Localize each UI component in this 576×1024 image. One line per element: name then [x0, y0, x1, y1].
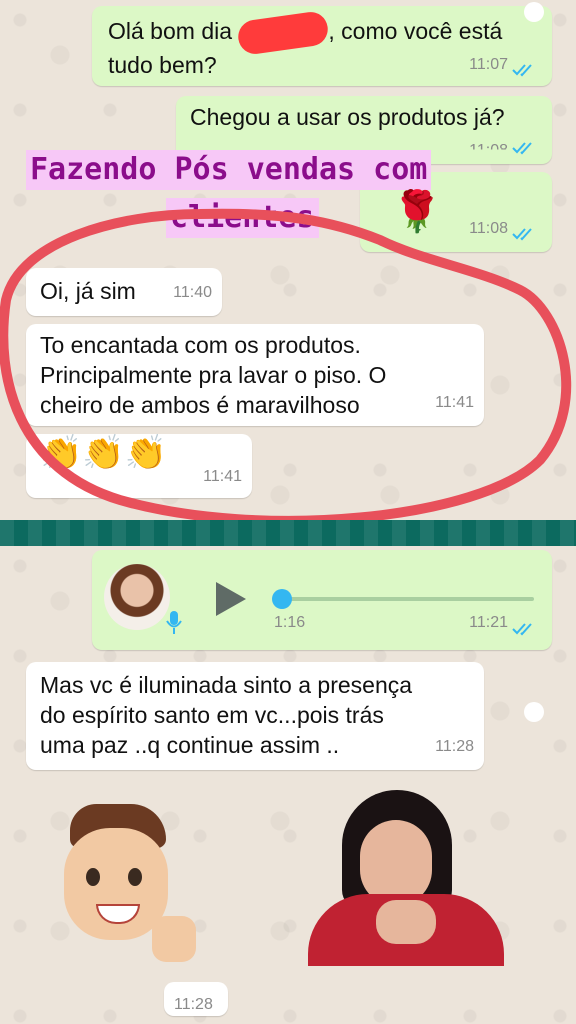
sticker-time: 11:28	[164, 982, 228, 1016]
message-time: 11:08	[469, 142, 508, 159]
voice-message[interactable]: 1:16 11:21	[92, 550, 552, 650]
incoming-message[interactable]: To encantada com os produtos. Principalm…	[26, 324, 484, 426]
message-text: Chegou a usar os produtos já?	[190, 104, 505, 130]
message-text: Olá bom dia	[108, 18, 233, 45]
outgoing-message[interactable]: Olá bom dia , como você está tudo bem? 1…	[92, 6, 552, 86]
status-dot	[524, 2, 544, 22]
voice-duration: 1:16	[274, 614, 306, 631]
redaction-scribble	[236, 9, 331, 57]
message-text: do espírito santo em vc...pois trás	[40, 702, 384, 728]
chat-panel-bottom: 1:16 11:21 Mas vc é iluminada sinto a pr…	[0, 546, 576, 1024]
incoming-message[interactable]: Oi, já sim 11:40	[26, 268, 222, 316]
audio-progress-track[interactable]	[278, 597, 534, 601]
audio-progress-knob[interactable]	[272, 589, 292, 609]
overlay-title-line2: clientes	[166, 198, 319, 238]
message-time: 11:28	[435, 738, 474, 755]
message-text: Mas vc é iluminada sinto a presença	[40, 672, 413, 698]
woman-sticker[interactable]	[308, 790, 504, 966]
message-text: Oi, já sim	[40, 278, 136, 304]
memoji-thumbs-up-sticker[interactable]	[56, 798, 206, 968]
message-time: 11:40	[173, 284, 212, 301]
incoming-message[interactable]: Mas vc é iluminada sinto a presença do e…	[26, 662, 484, 770]
clapping-hands-icon: 👏👏👏	[40, 434, 168, 472]
double-check-icon	[512, 64, 532, 77]
avatar	[104, 564, 170, 630]
message-time: 11:07	[469, 56, 508, 73]
message-text: uma paz ..q continue assim ..	[40, 732, 340, 758]
status-dot	[524, 702, 544, 722]
double-check-icon	[512, 142, 532, 155]
overlay-title-line1: Fazendo Pós vendas com	[26, 150, 432, 190]
message-text: , como você está	[328, 18, 503, 45]
chat-panel-top: Olá bom dia , como você está tudo bem? 1…	[0, 0, 576, 520]
message-text: Principalmente pra lavar o piso. O	[40, 362, 387, 388]
rose-icon: 🌹	[392, 190, 442, 234]
double-check-icon	[512, 623, 532, 636]
double-check-icon	[512, 228, 532, 241]
message-text: To encantada com os produtos.	[40, 332, 361, 358]
message-text: cheiro de ambos é maravilhoso	[40, 392, 360, 418]
incoming-message[interactable]: 👏👏👏 11:41	[26, 434, 252, 498]
message-time: 11:08	[469, 220, 508, 237]
message-time: 11:41	[435, 394, 474, 411]
microphone-icon	[166, 611, 182, 634]
message-time: 11:41	[203, 468, 242, 485]
play-icon[interactable]	[214, 580, 248, 618]
panel-divider	[0, 520, 576, 546]
message-time: 11:21	[469, 614, 508, 631]
message-text: tudo bem?	[108, 52, 217, 78]
